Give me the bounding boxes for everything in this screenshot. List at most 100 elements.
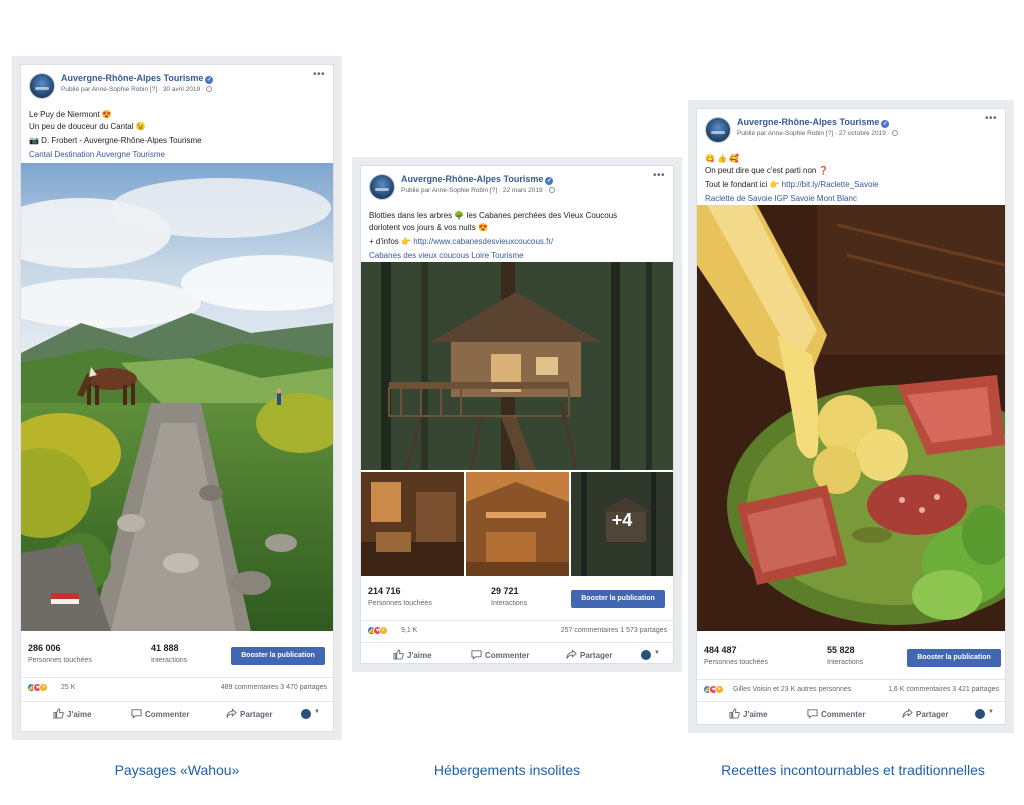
reach-value: 484 487 [704, 645, 737, 655]
post-tags-link[interactable]: Cantal Destination Auvergne Tourisme [29, 149, 325, 161]
reach-label: Personnes touchées [704, 659, 768, 666]
chevron-down-icon[interactable]: ▼ [314, 709, 320, 715]
share-button[interactable]: Partager [566, 649, 612, 660]
reactions-count[interactable]: 25 K [61, 684, 75, 691]
like-label: J'aime [67, 710, 92, 719]
post-card-2: Auvergne-Rhône-Alpes Tourisme ✓ Publié pa… [360, 165, 674, 664]
reactions-row: 👍♥ • 25 K 489 commentaires 3 470 partages [21, 677, 333, 697]
post-as-avatar[interactable] [641, 650, 651, 660]
share-label: Partager [240, 710, 273, 719]
comment-label: Commenter [145, 710, 190, 719]
globe-icon [891, 130, 898, 136]
share-button[interactable]: Partager [226, 708, 272, 719]
post-text-line: Blotties dans les arbres 🌳 les Cabanes p… [369, 211, 618, 220]
post-meta: Publié par Anne-Sophie Robin [?] · 30 av… [61, 86, 213, 93]
more-options-icon[interactable]: ••• [985, 114, 997, 124]
comments-shares-count[interactable]: 257 commentaires 1 573 partages [561, 627, 667, 634]
post-text: Le Puy de Niermont 😍 Un peu de douceur d… [29, 109, 325, 161]
post-actions: J'aime Commenter Partager ▼ [697, 701, 1005, 724]
comments-shares-count[interactable]: 1,6 K commentaires 3 421 partages [888, 686, 999, 693]
boost-post-button[interactable]: Booster la publication [231, 647, 325, 665]
globe-icon [548, 187, 555, 193]
interactions-label: Interactions [151, 657, 188, 664]
more-photos-count: +4 [611, 510, 633, 530]
cabin-interior-photo [361, 472, 464, 576]
reactions-row: 👍♥ • 9,1 K 257 commentaires 1 573 partage… [361, 620, 673, 640]
post-text-line: dorlotent vos jours & vos nuits 😍 [369, 223, 488, 232]
thumbs-up-icon [393, 649, 404, 660]
website-link[interactable]: http://bit.ly/Raclette_Savoie [782, 180, 879, 189]
chevron-down-icon[interactable]: ▼ [654, 650, 660, 656]
reactions-count[interactable]: Gilles Voisin et 23 K autres personnes [733, 686, 851, 693]
interactions-value: 41 888 [151, 643, 179, 653]
globe-icon [206, 86, 213, 92]
post-text-line: Le Puy de Niermont 😍 [29, 110, 112, 119]
page-name-link[interactable]: Auvergne-Rhône-Alpes Tourisme ✓ [401, 174, 554, 185]
info-prefix: + d'infos 👉 [369, 237, 414, 246]
verified-badge-icon: ✓ [545, 177, 554, 185]
reach-value: 286 006 [28, 643, 61, 653]
post-text-line: On peut dire que c'est parti non ❓ [705, 166, 829, 175]
interactions-label: Interactions [491, 600, 528, 607]
comment-button[interactable]: Commenter [131, 708, 189, 719]
verified-badge-icon: ✓ [205, 76, 214, 84]
post-text-line: 😋 👍 🥰 [705, 154, 740, 163]
post-tags-link[interactable]: Cabanes des vieux coucous Loire Tourisme [369, 250, 665, 262]
post-meta: Publié par Anne-Sophie Robin [?] · 22 ma… [401, 187, 555, 194]
cabin-mezzanine-photo [466, 472, 569, 576]
post-photo-cabin-main[interactable] [361, 262, 673, 470]
verified-badge-icon: ✓ [881, 120, 890, 128]
like-button[interactable]: J'aime [729, 708, 768, 719]
page-avatar[interactable] [369, 174, 395, 200]
reaction-emojis[interactable]: 👍♥ • [367, 626, 388, 636]
comments-shares-count[interactable]: 489 commentaires 3 470 partages [221, 684, 327, 691]
reactions-count[interactable]: 9,1 K [401, 627, 417, 634]
post-as-avatar[interactable] [975, 709, 985, 719]
share-button[interactable]: Partager [902, 708, 948, 719]
post-info-line: Tout le fondant ici 👉 http://bit.ly/Racl… [705, 179, 997, 191]
post-photo-cabin-thumb-2[interactable] [466, 472, 569, 576]
post-card-3-frame: Auvergne-Rhône-Alpes Tourisme ✓ Publié pa… [688, 100, 1014, 733]
post-text: 😋 👍 🥰 On peut dire que c'est parti non ❓… [705, 153, 997, 205]
reaction-emojis[interactable]: 👍♥ • [27, 683, 48, 693]
comment-button[interactable]: Commenter [471, 649, 529, 660]
interactions-label: Interactions [827, 659, 864, 666]
page-avatar[interactable] [29, 73, 55, 99]
caption-landscapes: Paysages «Wahou» [114, 762, 240, 778]
share-label: Partager [916, 710, 949, 719]
boost-post-button[interactable]: Booster la publication [907, 649, 1001, 667]
info-prefix: Tout le fondant ici 👉 [705, 180, 782, 189]
post-text-line: Un peu de douceur du Cantal 😉 [29, 122, 146, 131]
more-options-icon[interactable]: ••• [313, 70, 325, 80]
chevron-down-icon[interactable]: ▼ [988, 709, 994, 715]
post-card-2-frame: Auvergne-Rhône-Alpes Tourisme ✓ Publié pa… [352, 157, 682, 672]
treehouse-photo [361, 262, 673, 470]
reaction-emojis[interactable]: 👍♥ • [703, 685, 724, 695]
page-name-link[interactable]: Auvergne-Rhône-Alpes Tourisme ✓ [737, 117, 890, 128]
post-photo-cabin-thumb-1[interactable] [361, 472, 464, 576]
boost-post-button[interactable]: Booster la publication [571, 590, 665, 608]
share-icon [566, 649, 577, 659]
comment-label: Commenter [485, 651, 530, 660]
raclette-photo [697, 205, 1005, 631]
comment-button[interactable]: Commenter [807, 708, 865, 719]
post-photo-landscape[interactable] [21, 163, 333, 631]
post-photo-more[interactable]: +4 [571, 472, 673, 576]
like-button[interactable]: J'aime [393, 649, 432, 660]
page-name-link[interactable]: Auvergne-Rhône-Alpes Tourisme ✓ [61, 73, 214, 84]
wow-reaction-icon: • [379, 626, 388, 635]
post-actions: J'aime Commenter Partager ▼ [361, 642, 673, 663]
like-button[interactable]: J'aime [53, 708, 92, 719]
post-actions: J'aime Commenter Partager ▼ [21, 701, 333, 725]
page-avatar[interactable] [705, 117, 731, 143]
more-options-icon[interactable]: ••• [653, 171, 665, 181]
post-photo-raclette[interactable] [697, 205, 1005, 631]
caption-recipes: Recettes incontournables et traditionnel… [721, 762, 985, 778]
interactions-value: 55 828 [827, 645, 855, 655]
post-as-avatar[interactable] [301, 709, 311, 719]
comment-icon [471, 650, 482, 660]
website-link[interactable]: http://www.cabanesdesvieuxcoucous.fr/ [413, 237, 553, 246]
thumbs-up-icon [729, 708, 740, 719]
post-tags-link[interactable]: Raclette de Savoie IGP Savoie Mont Blanc [705, 193, 997, 205]
share-icon [902, 708, 913, 718]
